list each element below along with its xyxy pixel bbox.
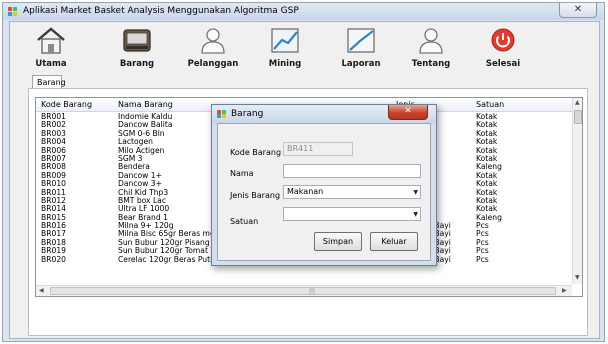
kode-barang-field: BR411 (283, 142, 353, 156)
jenis-barang-value: Makanan (287, 187, 324, 196)
cell-kode: BR006 (41, 146, 66, 155)
toolbar-label: Pelanggan (187, 59, 239, 69)
vertical-scrollbar[interactable]: ▲ ▼ (572, 98, 582, 284)
grip-icon: ||| (309, 288, 316, 295)
tab-barang[interactable]: Barang (32, 75, 66, 89)
cell-kode: BR001 (41, 113, 66, 121)
cell-satuan: Pcs (476, 230, 489, 239)
jenis-barang-select[interactable]: Makanan ▼ (283, 185, 421, 199)
box-icon (123, 29, 151, 52)
title-bar[interactable]: Aplikasi Market Basket Analysis Mengguna… (3, 3, 604, 20)
cell-kode: BR017 (41, 230, 66, 239)
horizontal-scroll-thumb[interactable]: ||| (50, 287, 556, 295)
toolbar-label: Mining (268, 59, 302, 69)
main-window: Aplikasi Market Basket Analysis Mengguna… (2, 2, 605, 342)
cell-satuan: Kotak (476, 188, 498, 197)
window-close-button[interactable]: ✕ (559, 3, 597, 18)
barang-dialog: Barang ✕ Kode Barang BR411 Nama Jenis Ba… (211, 104, 437, 266)
cell-kode: BR002 (41, 121, 66, 130)
toolbar-item-barang[interactable]: Barang (102, 25, 172, 73)
toolbar-item-utama[interactable]: Utama (16, 25, 86, 73)
toolbar-item-mining[interactable]: Mining (250, 25, 320, 73)
cell-satuan: Pcs (476, 238, 489, 247)
cell-kode: BR016 (41, 222, 66, 231)
dialog-body: Kode Barang BR411 Nama Jenis Barang Maka… (217, 123, 431, 261)
cell-kode: BR012 (41, 196, 66, 205)
horizontal-scrollbar[interactable]: ◀ ||| ▶ (36, 285, 572, 296)
power-icon (491, 28, 515, 52)
nama-label: Nama (230, 169, 254, 178)
cell-satuan: Kotak (476, 146, 498, 155)
cell-satuan: Pcs (476, 255, 489, 264)
chevron-down-icon: ▼ (413, 189, 418, 196)
nama-field[interactable] (283, 164, 421, 178)
cell-satuan: Kotak (476, 171, 498, 180)
chevron-down-icon: ▼ (413, 211, 418, 218)
dialog-close-button[interactable]: ✕ (388, 105, 428, 120)
cell-satuan: Kaleng (476, 213, 502, 222)
satuan-select[interactable]: ▼ (283, 207, 421, 221)
chart-icon (271, 28, 299, 53)
cell-kode: BR009 (41, 171, 66, 180)
cell-kode: BR018 (41, 238, 66, 247)
cell-satuan: Pcs (476, 247, 489, 256)
cell-kode: BR007 (41, 154, 66, 163)
toolbar-item-laporan[interactable]: Laporan (326, 25, 396, 73)
column-header-satuan[interactable]: Satuan (476, 98, 536, 112)
cell-satuan: Kotak (476, 205, 498, 214)
dialog-title: Barang (231, 109, 264, 119)
cell-satuan: Pcs (476, 222, 489, 231)
satuan-label: Satuan (230, 217, 259, 226)
toolbar-label: Selesai (485, 59, 521, 69)
toolbar-label: Barang (119, 59, 155, 69)
toolbar-label: Utama (35, 59, 67, 69)
cell-kode: BR020 (41, 255, 66, 264)
cell-kode: BR010 (41, 180, 66, 189)
app-icon (8, 7, 18, 16)
cell-kode: BR003 (41, 129, 66, 138)
dialog-title-bar[interactable]: Barang ✕ (212, 105, 436, 123)
toolbar-label: Tentang (411, 59, 451, 69)
dialog-app-icon (217, 110, 226, 118)
user-icon (201, 28, 225, 54)
keluar-button[interactable]: Keluar (370, 232, 418, 251)
cell-satuan: Kotak (476, 113, 498, 121)
toolbar-item-pelanggan[interactable]: Pelanggan (178, 25, 248, 73)
window-title: Aplikasi Market Basket Analysis Mengguna… (23, 6, 299, 16)
cell-kode: BR019 (41, 247, 66, 256)
cell-satuan: Kotak (476, 196, 498, 205)
toolbar-label: Laporan (341, 59, 381, 69)
scroll-up-icon[interactable]: ▲ (575, 99, 580, 106)
report-icon (347, 28, 375, 53)
toolbar-item-selesai[interactable]: Selesai (468, 25, 538, 73)
about-icon (419, 28, 443, 54)
cell-kode: BR011 (41, 188, 66, 197)
cell-satuan: Kotak (476, 121, 498, 130)
jenis-barang-label: Jenis Barang (230, 191, 281, 200)
cell-kode: BR014 (41, 205, 66, 214)
scroll-left-icon[interactable]: ◀ (39, 287, 44, 294)
cell-kode: BR004 (41, 138, 66, 147)
scroll-down-icon[interactable]: ▼ (575, 274, 580, 281)
cell-kode: BR015 (41, 213, 66, 222)
cell-satuan: Kotak (476, 154, 498, 163)
simpan-button[interactable]: Simpan (314, 232, 362, 251)
column-header-kode[interactable]: Kode Barang (41, 98, 121, 112)
kode-barang-label: Kode Barang (230, 148, 282, 157)
main-toolbar: Utama Barang Pelanggan Mining Laporan Te… (10, 22, 599, 74)
home-icon (37, 27, 65, 54)
toolbar-item-tentang[interactable]: Tentang (396, 25, 466, 73)
cell-satuan: Kotak (476, 129, 498, 138)
cell-satuan: Kotak (476, 180, 498, 189)
cell-kode: BR008 (41, 163, 66, 172)
cell-satuan: Kotak (476, 138, 498, 147)
vertical-scroll-thumb[interactable] (574, 110, 582, 124)
cell-satuan: Kaleng (476, 163, 502, 172)
scroll-right-icon[interactable]: ▶ (562, 287, 567, 294)
